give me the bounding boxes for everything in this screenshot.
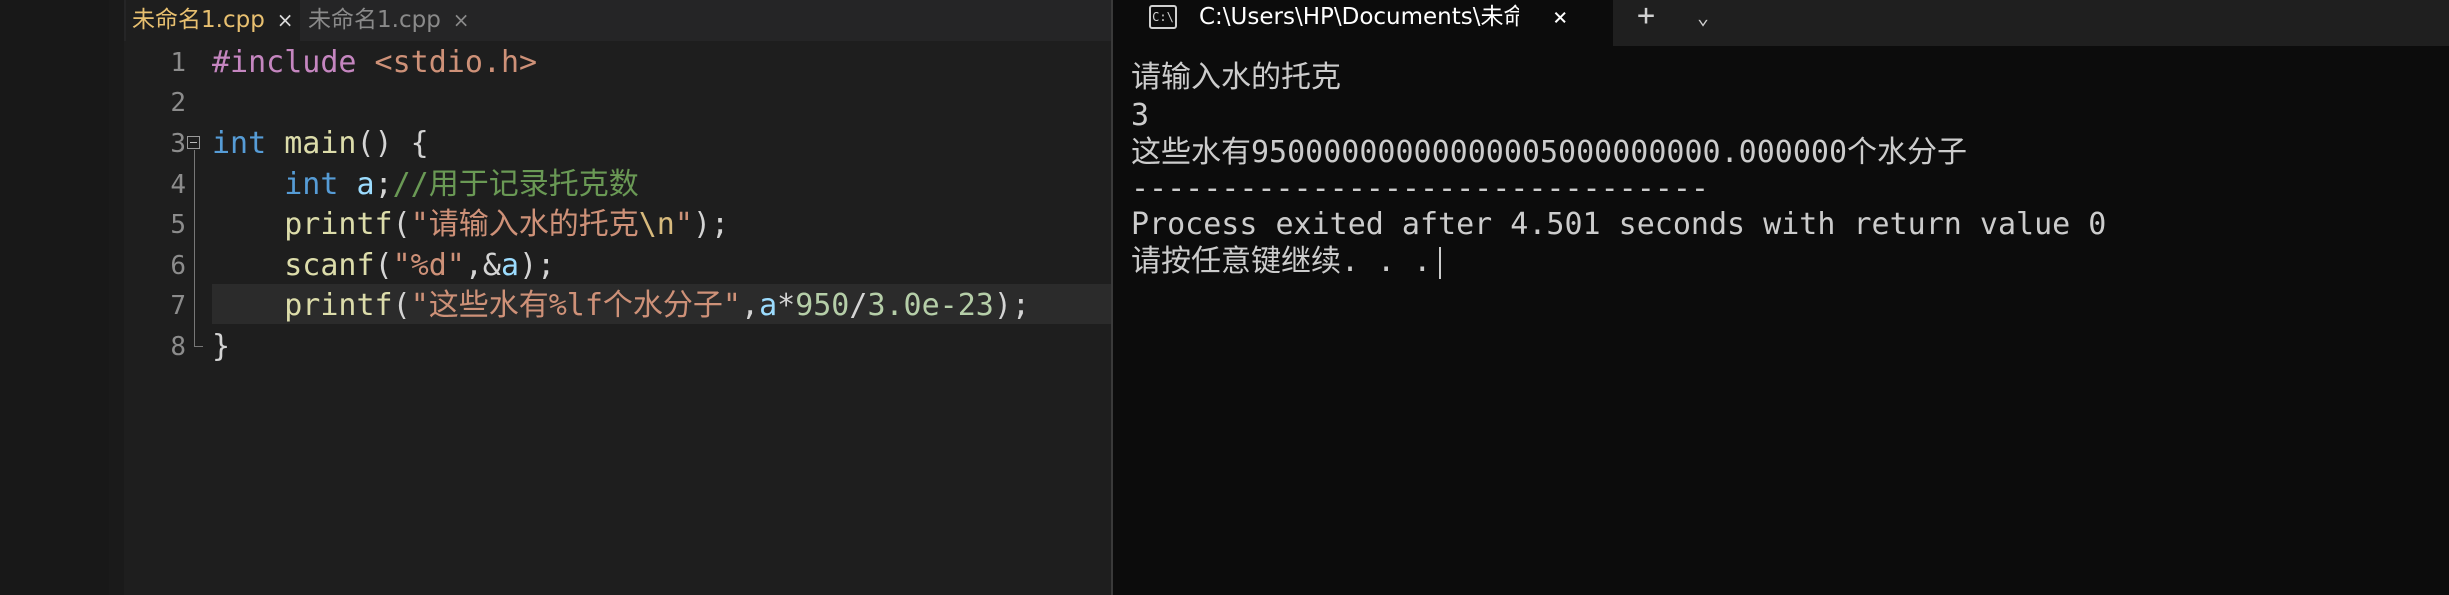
function-name: printf bbox=[284, 207, 393, 242]
variable: a bbox=[338, 167, 375, 202]
terminal-tab-title: C:\Users\HP\Documents\未命名1.exe bbox=[1199, 4, 1519, 30]
punctuation: ; bbox=[374, 167, 393, 202]
output-line-prompt: 请按任意键继续. . . bbox=[1131, 244, 1442, 280]
output-line: 请输入水的托克 bbox=[1131, 60, 1341, 95]
line-number: 4 bbox=[170, 170, 186, 200]
code-editor[interactable]: 未命名1.cpp × 未命名1.cpp × 1 2 3 4 5 6 7 8 #inc… bbox=[0, 0, 1113, 595]
keyword: int bbox=[284, 167, 339, 202]
fold-guide bbox=[194, 150, 195, 346]
function-name: main bbox=[284, 126, 357, 161]
chevron-down-icon[interactable]: ⌄ bbox=[1697, 0, 1709, 34]
line-number: 5 bbox=[170, 210, 186, 240]
output-line: 这些水有95000000000000005000000000.000000个水分… bbox=[1131, 135, 1968, 170]
punctuation: ( bbox=[392, 288, 411, 323]
tab-close-icon[interactable]: × bbox=[453, 8, 470, 32]
keyword: int bbox=[212, 126, 267, 161]
tab-label: 未命名1.cpp bbox=[308, 7, 441, 33]
tab-file[interactable]: 未命名1.cpp × bbox=[308, 0, 470, 41]
line-number: 8 bbox=[170, 332, 186, 362]
punctuation: ); bbox=[692, 207, 730, 242]
side-panel bbox=[0, 0, 109, 595]
fold-guide-end bbox=[194, 346, 203, 347]
line-number: 6 bbox=[170, 251, 186, 281]
variable: a bbox=[501, 248, 520, 283]
number-literal: 3.0e-23 bbox=[867, 288, 994, 323]
operator: / bbox=[849, 288, 868, 323]
operator: * bbox=[777, 288, 796, 323]
editor-tab-bar: 未命名1.cpp × 未命名1.cpp × bbox=[124, 0, 1113, 41]
terminal-window[interactable]: C:\ C:\Users\HP\Documents\未命名1.exe × + ⌄… bbox=[1113, 0, 2449, 595]
terminal-title-bar: C:\ C:\Users\HP\Documents\未命名1.exe × + ⌄ bbox=[1113, 0, 2449, 46]
output-line: 请按任意键继续. . . bbox=[1131, 244, 1432, 279]
string-literal: " bbox=[674, 207, 693, 242]
string-literal: "请输入水的托克 bbox=[410, 207, 639, 242]
line-number: 7 bbox=[170, 291, 186, 321]
variable: a bbox=[759, 288, 778, 323]
punctuation: ); bbox=[519, 248, 556, 283]
terminal-tab[interactable]: C:\ C:\Users\HP\Documents\未命名1.exe × bbox=[1113, 0, 1613, 46]
punctuation: ); bbox=[993, 288, 1030, 323]
tab-close-icon[interactable]: × bbox=[277, 8, 294, 32]
close-tab-icon[interactable]: × bbox=[1553, 0, 1567, 34]
code-line: #include <stdio.h> bbox=[212, 43, 537, 83]
line-number: 2 bbox=[170, 88, 186, 118]
tab-active-file[interactable]: 未命名1.cpp × bbox=[126, 0, 300, 41]
code-line: int a;//用于记录托克数 bbox=[212, 165, 639, 205]
output-line: 3 bbox=[1131, 98, 1150, 133]
output-line: Process exited after 4.501 seconds with … bbox=[1131, 207, 2107, 242]
punctuation: ( bbox=[392, 207, 411, 242]
command-prompt-icon: C:\ bbox=[1149, 5, 1177, 29]
side-panel-edge bbox=[109, 0, 124, 595]
line-number: 3 bbox=[170, 129, 186, 159]
fold-toggle-icon[interactable] bbox=[187, 136, 200, 149]
new-tab-button[interactable]: + bbox=[1637, 0, 1655, 34]
function-name: printf bbox=[284, 288, 393, 323]
preprocessor-directive: #include bbox=[212, 45, 357, 80]
code-line: int main() { bbox=[212, 124, 429, 164]
escape-sequence: \n bbox=[638, 207, 675, 242]
tab-label: 未命名1.cpp bbox=[132, 7, 265, 33]
code-line: scanf("%d",&a); bbox=[212, 246, 555, 286]
output-line: -------------------------------- bbox=[1131, 171, 1709, 206]
punctuation: , bbox=[741, 288, 760, 323]
punctuation: ,& bbox=[464, 248, 501, 283]
punctuation: ( bbox=[374, 248, 393, 283]
number-literal: 950 bbox=[795, 288, 850, 323]
code-line: printf("请输入水的托克\n"); bbox=[212, 205, 729, 245]
text-cursor bbox=[1439, 246, 1442, 279]
string-literal: "%d" bbox=[392, 248, 465, 283]
punctuation: () { bbox=[356, 126, 429, 161]
string-literal: "这些水有%lf个水分子" bbox=[410, 288, 741, 323]
line-number: 1 bbox=[170, 48, 186, 78]
comment: //用于记录托克数 bbox=[392, 167, 639, 202]
include-header: <stdio.h> bbox=[356, 45, 538, 80]
code-line: } bbox=[212, 327, 230, 367]
code-line: printf("这些水有%lf个水分子",a*950/3.0e-23); bbox=[212, 286, 1030, 326]
function-name: scanf bbox=[284, 248, 375, 283]
closing-brace: } bbox=[212, 329, 231, 364]
